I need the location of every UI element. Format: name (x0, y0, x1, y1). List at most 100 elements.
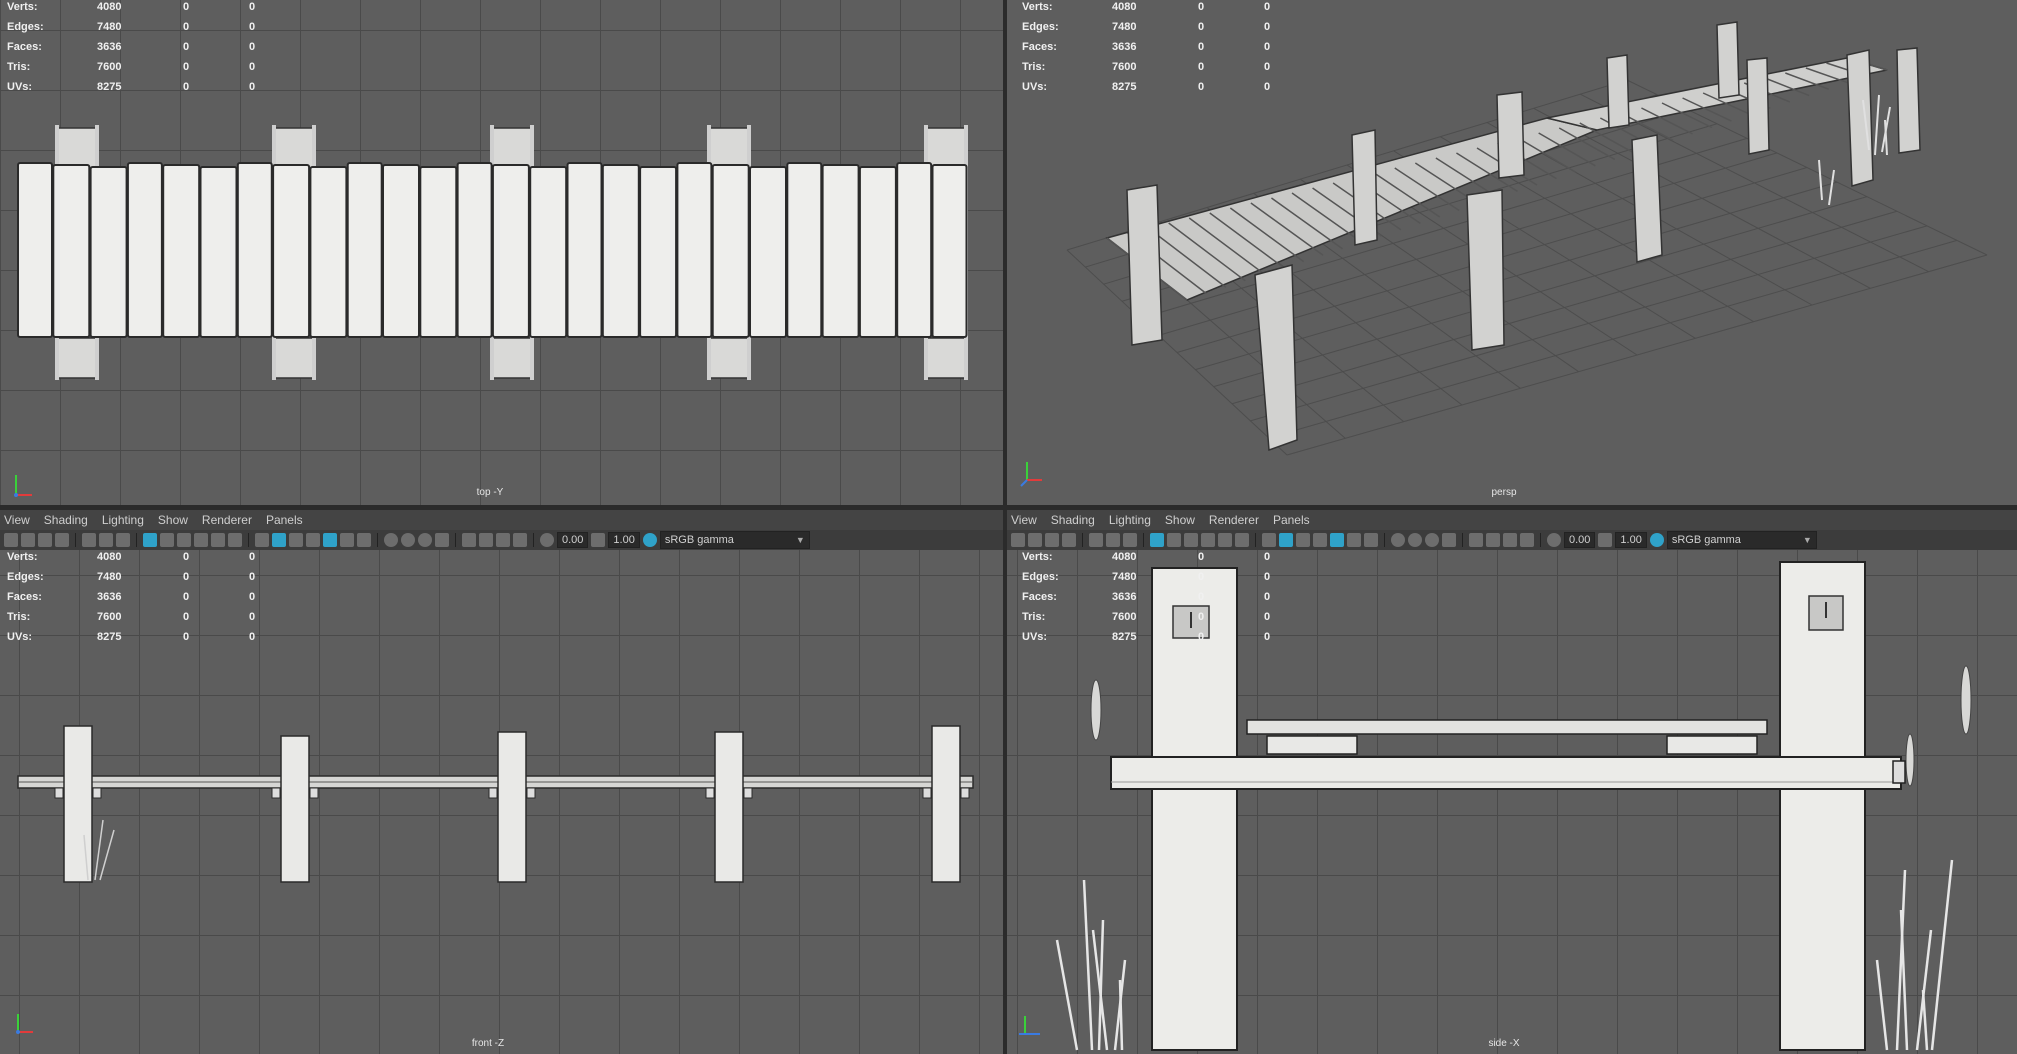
wireframe-icon[interactable] (255, 533, 269, 547)
view-transform-dropdown[interactable]: sRGB gamma ▼ (1666, 531, 1817, 549)
xray-components-icon[interactable] (1520, 533, 1534, 547)
field-chart-icon[interactable] (211, 533, 225, 547)
color-management-icon[interactable] (642, 533, 657, 547)
grease-pencil-icon[interactable] (82, 533, 96, 547)
grease-pencil-icon[interactable] (1089, 533, 1103, 547)
xray-joints-icon[interactable] (1503, 533, 1517, 547)
camera-label: side -X (1488, 1038, 1520, 1049)
axis-gizmo-icon (16, 1014, 33, 1034)
deck-plank (346, 162, 383, 338)
menu-view[interactable]: View (1011, 513, 1037, 527)
viewport-top[interactable]: Verts: 4080 0 0 Edges: 7480 0 0 Faces: 3636 0 0 T… (0, 0, 1003, 505)
exposure-icon[interactable] (1547, 533, 1561, 547)
xray-components-icon[interactable] (513, 533, 527, 547)
menu-shading[interactable]: Shading (44, 513, 88, 527)
shadows-icon[interactable] (1364, 533, 1378, 547)
xray-icon[interactable] (1486, 533, 1500, 547)
dock-model-front[interactable] (0, 550, 1003, 1054)
anti-aliasing-icon[interactable] (418, 533, 432, 547)
deck-plank (309, 166, 348, 338)
deck-plank (456, 162, 493, 338)
film-gate-icon[interactable] (1167, 533, 1181, 547)
smooth-shade-icon[interactable] (1279, 533, 1293, 547)
2d-pan-zoom-icon[interactable] (99, 533, 113, 547)
xray-icon[interactable] (479, 533, 493, 547)
menu-renderer[interactable]: Renderer (1209, 513, 1259, 527)
resolution-gate-icon[interactable] (1184, 533, 1198, 547)
isolate-select-icon[interactable] (1469, 533, 1483, 547)
chevron-down-icon: ▼ (1802, 535, 1812, 545)
menu-lighting[interactable]: Lighting (1109, 513, 1151, 527)
isolate-select-icon[interactable] (462, 533, 476, 547)
gate-mask-icon[interactable] (1201, 533, 1215, 547)
use-all-lights-icon[interactable] (1347, 533, 1361, 547)
shadows-icon[interactable] (357, 533, 371, 547)
dock-model-top[interactable] (0, 0, 1003, 505)
gamma-icon[interactable] (591, 533, 606, 547)
deck-plank (162, 164, 201, 338)
toolbar-separator (1255, 533, 1256, 547)
pen-icon[interactable] (116, 533, 130, 547)
viewport-side[interactable]: Verts: 4080 0 0 Edges: 7480 0 0 Faces: 3636 0 0 T… (1007, 550, 2017, 1054)
exposure-field[interactable]: 0.00 (1564, 532, 1596, 548)
menu-view[interactable]: View (4, 513, 30, 527)
viewport-persp[interactable]: Verts: 4080 0 0 Edges: 7480 0 0 Faces: 3636 0 0 T… (1007, 0, 2017, 505)
anti-aliasing-icon[interactable] (1425, 533, 1439, 547)
safe-action-icon[interactable] (228, 533, 242, 547)
2d-pan-zoom-icon[interactable] (1106, 533, 1120, 547)
gamma-field[interactable]: 1.00 (608, 532, 640, 548)
viewport-front[interactable]: Verts: 4080 0 0 Edges: 7480 0 0 Faces: 3636 0 0 T… (0, 550, 1003, 1054)
screen-space-ao-icon[interactable] (1391, 533, 1405, 547)
toolbar-separator (75, 533, 76, 547)
pen-icon[interactable] (1123, 533, 1137, 547)
default-material-icon[interactable] (289, 533, 303, 547)
motion-blur-icon[interactable] (401, 533, 415, 547)
menu-shading[interactable]: Shading (1051, 513, 1095, 527)
grid-icon[interactable] (143, 533, 157, 547)
exposure-icon[interactable] (540, 533, 554, 547)
bookmark-icon[interactable] (38, 533, 52, 547)
field-chart-icon[interactable] (1218, 533, 1232, 547)
menu-show[interactable]: Show (158, 513, 188, 527)
gate-mask-icon[interactable] (194, 533, 208, 547)
menu-show[interactable]: Show (1165, 513, 1195, 527)
use-all-lights-icon[interactable] (340, 533, 354, 547)
wireframe-on-shaded-icon[interactable] (1313, 533, 1327, 547)
menu-panels[interactable]: Panels (1273, 513, 1310, 527)
default-material-icon[interactable] (1296, 533, 1310, 547)
view-transform-dropdown[interactable]: sRGB gamma ▼ (659, 531, 810, 549)
bookmark-icon[interactable] (1045, 533, 1059, 547)
menu-renderer[interactable]: Renderer (202, 513, 252, 527)
smooth-shade-icon[interactable] (272, 533, 286, 547)
dock-model-persp[interactable] (1007, 0, 2017, 505)
menu-panels[interactable]: Panels (266, 513, 303, 527)
textured-icon[interactable] (323, 533, 337, 547)
screen-space-ao-icon[interactable] (384, 533, 398, 547)
gamma-icon[interactable] (1598, 533, 1613, 547)
wireframe-icon[interactable] (1262, 533, 1276, 547)
deck-plank (272, 164, 311, 338)
deck-plank (236, 162, 273, 338)
image-plane-icon[interactable] (55, 533, 69, 547)
depth-of-field-icon[interactable] (435, 533, 449, 547)
menu-lighting[interactable]: Lighting (102, 513, 144, 527)
camera-attributes-icon[interactable] (21, 533, 35, 547)
gamma-field[interactable]: 1.00 (1615, 532, 1647, 548)
safe-action-icon[interactable] (1235, 533, 1249, 547)
motion-blur-icon[interactable] (1408, 533, 1422, 547)
exposure-field[interactable]: 0.00 (557, 532, 589, 548)
image-plane-icon[interactable] (1062, 533, 1076, 547)
grid-icon[interactable] (1150, 533, 1164, 547)
depth-of-field-icon[interactable] (1442, 533, 1456, 547)
toolbar-separator (136, 533, 137, 547)
camera-attributes-icon[interactable] (1028, 533, 1042, 547)
textured-icon[interactable] (1330, 533, 1344, 547)
wireframe-on-shaded-icon[interactable] (306, 533, 320, 547)
axis-gizmo-icon (14, 475, 32, 497)
select-camera-icon[interactable] (4, 533, 18, 547)
film-gate-icon[interactable] (160, 533, 174, 547)
xray-joints-icon[interactable] (496, 533, 510, 547)
color-management-icon[interactable] (1649, 533, 1664, 547)
select-camera-icon[interactable] (1011, 533, 1025, 547)
resolution-gate-icon[interactable] (177, 533, 191, 547)
